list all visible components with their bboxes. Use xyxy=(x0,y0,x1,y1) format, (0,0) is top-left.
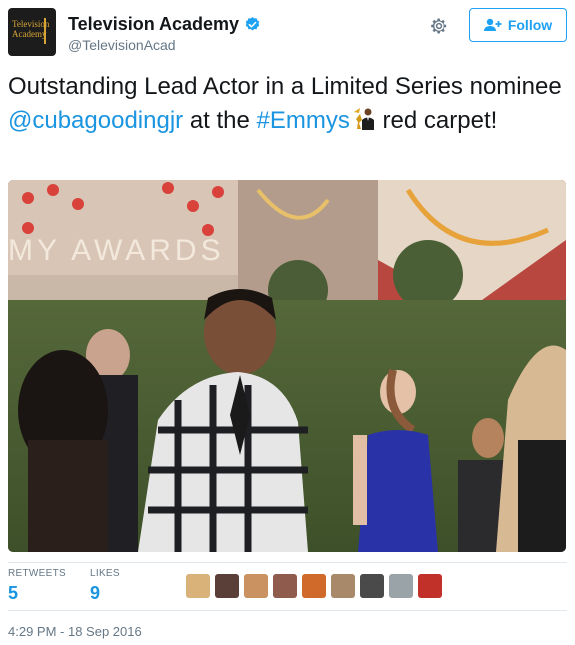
tweet-timestamp[interactable]: 4:29 PM - 18 Sep 2016 xyxy=(8,624,142,639)
retweets-stat[interactable]: RETWEETS 5 xyxy=(8,568,66,604)
verified-badge-icon xyxy=(245,17,260,31)
likes-count: 9 xyxy=(90,583,101,603)
hashtag-link[interactable]: #Emmys xyxy=(257,107,350,134)
liker-avatar[interactable] xyxy=(186,574,210,598)
tweet-text-part2: at the xyxy=(183,107,257,134)
emmy-statue-emoji-icon xyxy=(349,106,376,132)
gear-icon[interactable] xyxy=(429,16,449,36)
liker-avatars xyxy=(186,574,442,598)
liker-avatar[interactable] xyxy=(389,574,413,598)
likes-stat[interactable]: LIKES 9 xyxy=(90,568,120,604)
liker-avatar[interactable] xyxy=(273,574,297,598)
liker-avatar[interactable] xyxy=(331,574,355,598)
liker-avatar[interactable] xyxy=(418,574,442,598)
add-user-icon xyxy=(483,18,502,31)
retweets-label: RETWEETS xyxy=(8,568,66,579)
red-carpet-photo: MY AWARDS xyxy=(8,180,566,552)
tweet-text: Outstanding Lead Actor in a Limited Seri… xyxy=(8,70,568,138)
tweet-header: Television Academy Television Academy @T… xyxy=(8,8,567,58)
follow-label: Follow xyxy=(507,17,553,33)
divider-bottom xyxy=(8,610,567,611)
engagement-stats: RETWEETS 5 LIKES 9 xyxy=(8,568,567,608)
tweet-text-part1: Outstanding Lead Actor in a Limited Seri… xyxy=(8,73,562,100)
svg-text:MY AWARDS: MY AWARDS xyxy=(8,234,225,267)
tweet-photo[interactable]: MY AWARDS xyxy=(8,180,566,552)
liker-avatar[interactable] xyxy=(302,574,326,598)
name-row: Television Academy xyxy=(68,14,261,35)
follow-button[interactable]: Follow xyxy=(469,8,567,42)
liker-avatar[interactable] xyxy=(244,574,268,598)
avatar-logo-text: Television Academy xyxy=(12,19,50,39)
display-name[interactable]: Television Academy xyxy=(68,14,239,35)
divider-top xyxy=(8,562,567,563)
avatar-logo-bar xyxy=(44,18,46,44)
user-handle[interactable]: @TelevisionAcad xyxy=(68,37,261,53)
liker-avatar[interactable] xyxy=(360,574,384,598)
avatar[interactable]: Television Academy xyxy=(8,8,56,56)
user-info: Television Academy @TelevisionAcad xyxy=(68,14,261,53)
liker-avatar[interactable] xyxy=(215,574,239,598)
tweet-text-part3: red carpet! xyxy=(375,107,498,134)
retweets-count: 5 xyxy=(8,583,19,603)
mention-link[interactable]: @cubagoodingjr xyxy=(8,107,183,134)
likes-label: LIKES xyxy=(90,568,120,579)
